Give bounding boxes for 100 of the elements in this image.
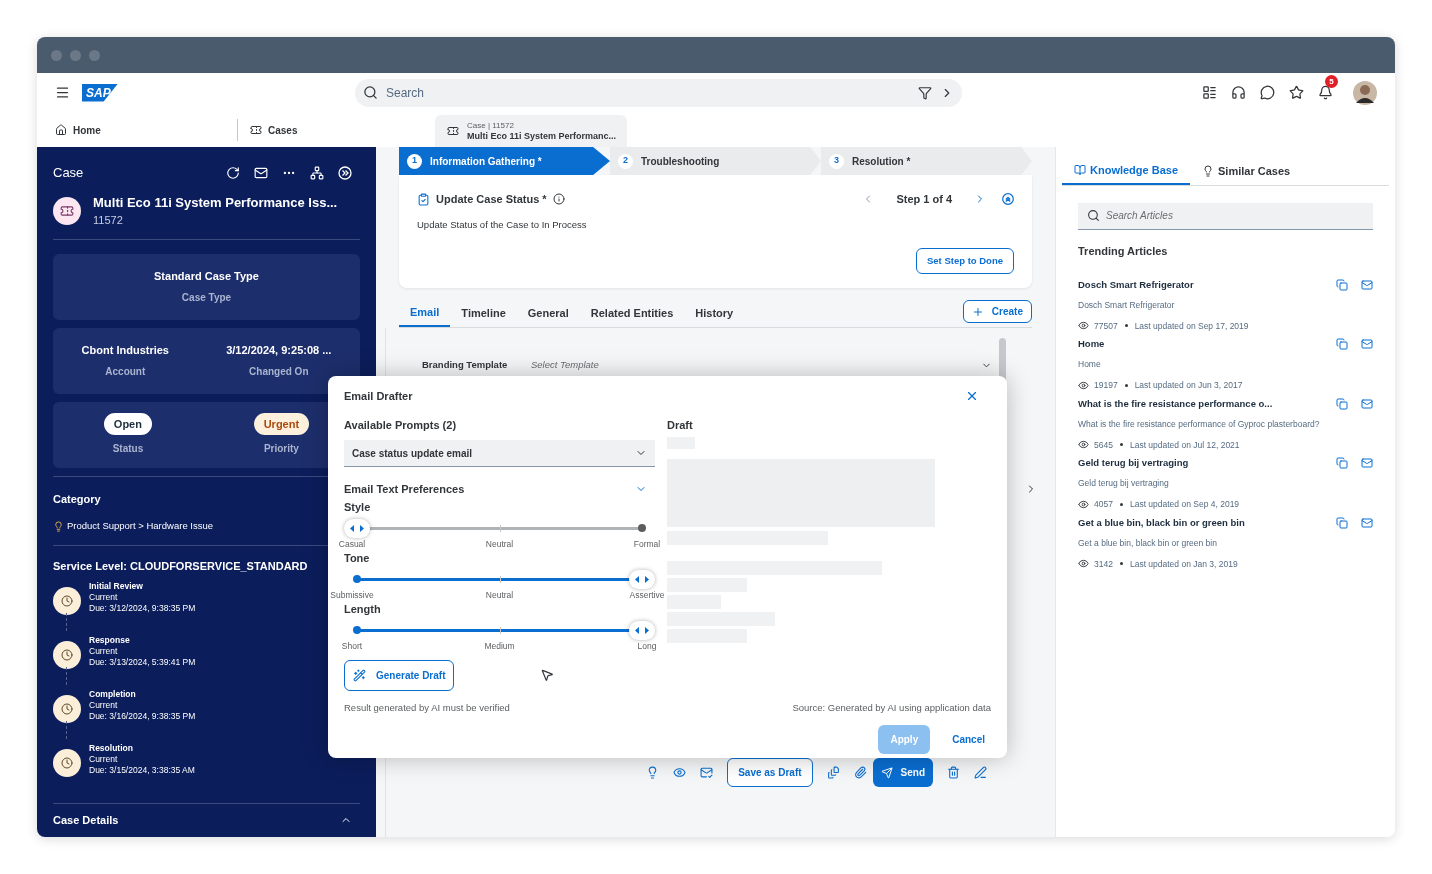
article-search-field[interactable]: Search Articles: [1078, 202, 1373, 230]
article-title[interactable]: What is the fire resistance performance o...: [1078, 396, 1273, 411]
article-summary: Geld terug bij vertraging: [1078, 477, 1170, 490]
milestone-due: Due: 3/13/2024, 5:39:41 PM: [89, 656, 196, 668]
step-tab[interactable]: 2 Troubleshooting: [610, 147, 821, 175]
logo[interactable]: SAP: [82, 83, 118, 102]
content-tab[interactable]: General: [516, 299, 580, 327]
milestone-status: Current: [89, 753, 119, 765]
slider-label: Tone: [344, 550, 370, 566]
ai-disclaimer: Result generated by AI must be verified: [344, 700, 510, 715]
collapse-icon[interactable]: [1002, 193, 1014, 206]
ticket-icon: [447, 125, 459, 137]
article-title[interactable]: Geld terug bij vertraging: [1078, 456, 1189, 471]
apps-icon[interactable]: [1202, 85, 1217, 100]
prompt-select[interactable]: Case status update email: [344, 440, 655, 467]
copy-icon[interactable]: [1336, 278, 1348, 291]
tick-mark: [499, 524, 501, 532]
search-field[interactable]: Search: [355, 78, 962, 107]
avatar[interactable]: [1353, 80, 1377, 105]
case-id: 11572: [93, 213, 124, 228]
set-step-done-button[interactable]: Set Step to Done: [916, 247, 1014, 274]
record-tab[interactable]: Case | 11572 Multi Eco 11i System Performanc...: [435, 115, 627, 147]
case-title: Multi Eco 11i System Performance Iss...: [93, 193, 338, 212]
dialog-title: Email Drafter: [344, 389, 413, 404]
section-header[interactable]: Case Details: [53, 811, 119, 829]
milestone-due: Due: 3/12/2024, 9:38:35 PM: [89, 602, 196, 614]
content-tab[interactable]: Related Entities: [579, 299, 685, 327]
field-label: Changed On: [249, 365, 309, 380]
article-title[interactable]: Home: [1078, 337, 1105, 352]
record-caption: Case | 11572: [467, 120, 515, 131]
field-label: Available Prompts (2): [344, 417, 458, 433]
cursor-icon: [540, 668, 554, 682]
timeline-connector: [66, 720, 67, 739]
mail-icon[interactable]: [254, 165, 268, 180]
nav-tab[interactable]: Home: [53, 119, 237, 141]
status-badge: Open: [103, 412, 152, 436]
field-value: 3/12/2024, 9:25:08 ...: [226, 342, 332, 358]
hierarchy-icon[interactable]: [310, 165, 324, 180]
menu-icon[interactable]: [55, 85, 70, 100]
status-badge: Urgent: [253, 412, 310, 436]
slider-thumb[interactable]: [629, 569, 655, 589]
slider-tick-label: Assertive: [628, 589, 666, 600]
search-icon: [1087, 209, 1100, 222]
signature-icon[interactable]: [974, 766, 987, 779]
cancel-button[interactable]: Cancel: [952, 731, 985, 747]
nav-tab[interactable]: Cases: [237, 119, 417, 141]
chat-icon[interactable]: [1260, 85, 1275, 100]
copy-icon[interactable]: [1336, 516, 1348, 529]
mail-check-icon[interactable]: [700, 766, 714, 779]
field-value: Standard Case Type: [154, 268, 259, 284]
views-icon: [1078, 320, 1089, 332]
milestone-due: Due: 3/16/2024, 9:38:35 PM: [89, 710, 196, 722]
info-icon[interactable]: [552, 193, 565, 206]
record-title: Multi Eco 11i System Performanc...: [467, 131, 617, 142]
step-tab[interactable]: 3 Resolution *: [821, 147, 1032, 175]
create-button[interactable]: Create: [962, 300, 1032, 323]
send-button[interactable]: Send: [872, 758, 933, 787]
lightbulb-icon: [1202, 165, 1215, 177]
filter-icon[interactable]: [918, 85, 932, 100]
views-icon: [1078, 558, 1089, 570]
slider-tick-label: Formal: [632, 538, 662, 549]
panel-tab[interactable]: Similar Cases: [1190, 157, 1303, 185]
refresh-icon[interactable]: [226, 165, 240, 180]
milestone-icon: [53, 586, 81, 615]
slider-thumb[interactable]: [629, 620, 655, 640]
copy-icon[interactable]: [1336, 397, 1348, 410]
step-tab[interactable]: 1 Information Gathering *: [399, 147, 610, 175]
template-select[interactable]: Select Template: [531, 358, 992, 373]
headset-icon[interactable]: [1231, 85, 1246, 100]
expand-icon[interactable]: [338, 165, 352, 180]
field-label: Account: [105, 365, 146, 380]
delete-icon[interactable]: [947, 766, 960, 779]
view-count: 77507: [1094, 319, 1118, 333]
slider-tick-label: Casual: [337, 538, 367, 549]
save-draft-button[interactable]: Save as Draft: [727, 758, 813, 787]
preview-icon[interactable]: [673, 766, 687, 779]
content-tab[interactable]: History: [684, 299, 745, 327]
category-path: Product Support > Hardware Issue: [67, 519, 213, 533]
copy-icon[interactable]: [1336, 338, 1348, 351]
article-summary: Get a blue bin, black bin or green bin: [1078, 536, 1218, 550]
field-value: Cbont Industries: [81, 342, 169, 358]
star-icon[interactable]: [1289, 85, 1304, 100]
slider-tick-label: Medium: [483, 640, 516, 651]
article-title[interactable]: Get a blue bin, black bin or green bin: [1078, 515, 1245, 530]
ticket-icon: [53, 196, 81, 225]
updated-date: Last updated on Jun 3, 2017: [1134, 379, 1243, 392]
section-header[interactable]: Email Text Preferences: [344, 481, 465, 498]
template-icon[interactable]: [826, 766, 840, 779]
panel-tab[interactable]: Knowledge Base: [1062, 157, 1191, 185]
copy-icon[interactable]: [1336, 457, 1348, 470]
bell-icon[interactable]: [1318, 85, 1333, 100]
slider-tick-label: Neutral: [484, 538, 515, 549]
slider-label: Length: [344, 601, 381, 617]
generate-draft-button[interactable]: Generate Draft: [344, 659, 455, 691]
content-tab[interactable]: Timeline: [450, 299, 517, 327]
updated-date: Last updated on Sep 17, 2019: [1134, 319, 1249, 333]
article-title[interactable]: Dosch Smart Refrigerator: [1078, 277, 1194, 292]
attach-icon[interactable]: [853, 766, 867, 779]
content-tab[interactable]: Email: [399, 299, 451, 327]
slider-thumb[interactable]: [344, 518, 370, 538]
